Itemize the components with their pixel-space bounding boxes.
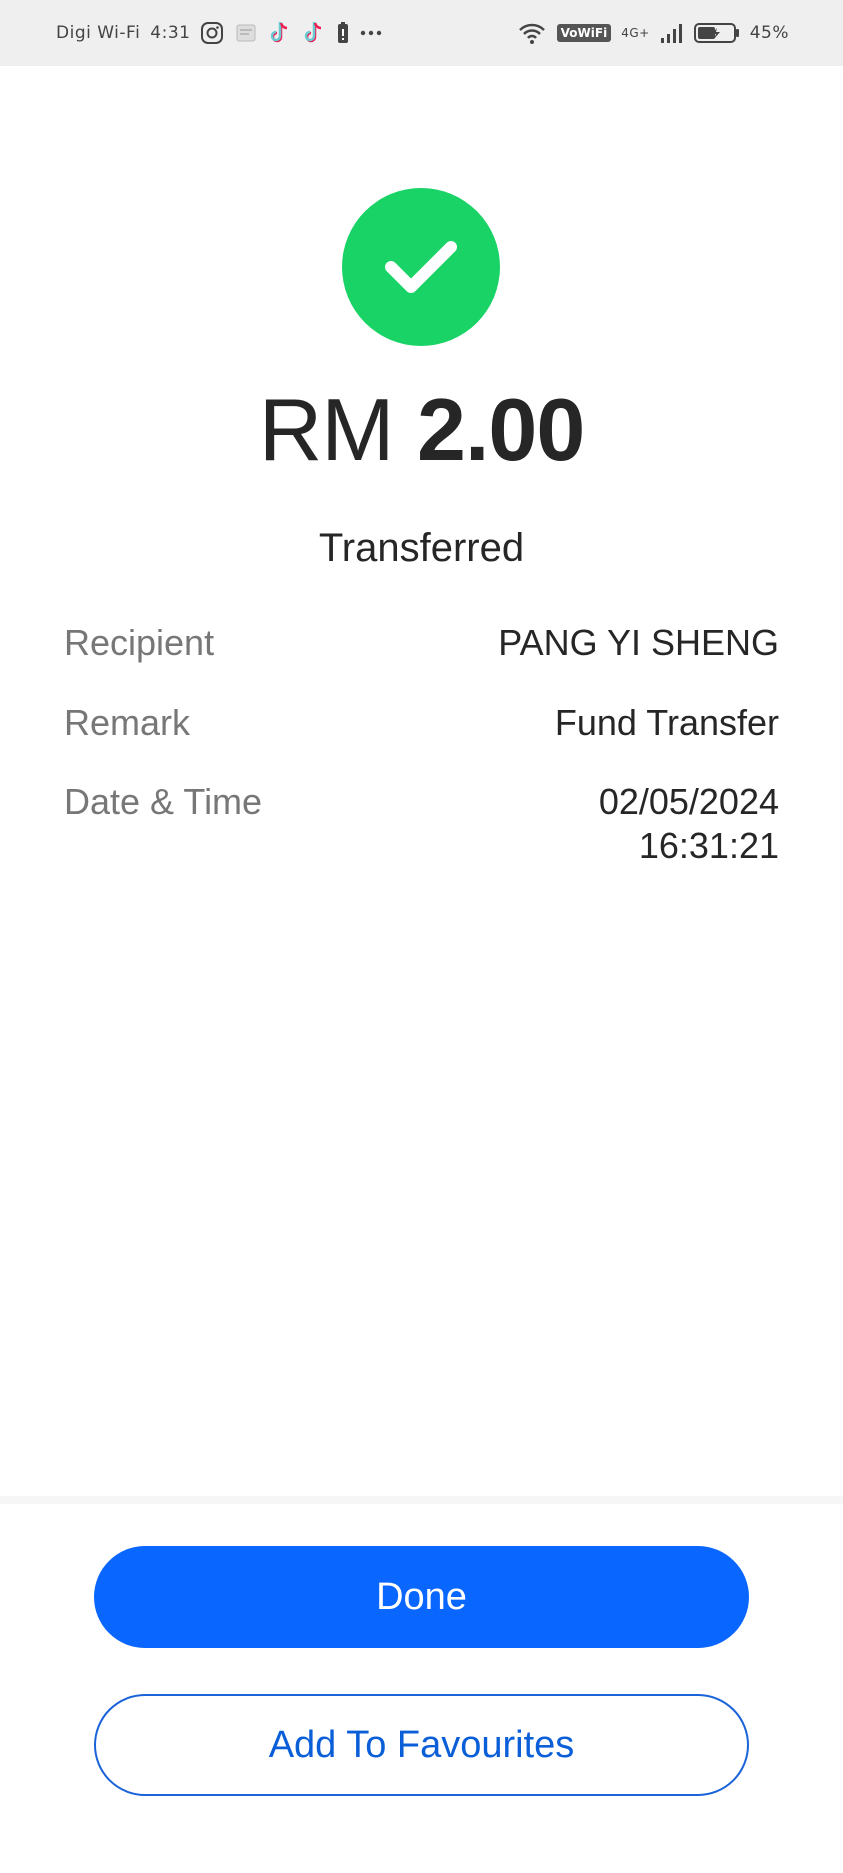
- datetime-label: Date & Time: [64, 781, 263, 822]
- amount-value: 2.00: [417, 380, 585, 479]
- network-type: 4G+: [621, 26, 650, 40]
- wifi-icon: [517, 21, 547, 45]
- recipient-label: Recipient: [64, 622, 215, 663]
- remark-label: Remark: [64, 702, 191, 743]
- transfer-receipt: RM 2.00 Transferred Recipient PANG YI SH…: [0, 66, 843, 1496]
- detail-row-recipient: Recipient PANG YI SHENG: [64, 621, 779, 665]
- detail-row-remark: Remark Fund Transfer: [64, 701, 779, 745]
- done-button[interactable]: Done: [94, 1546, 749, 1648]
- detail-row-datetime: Date & Time 02/05/2024 16:31:21: [64, 780, 779, 868]
- success-check-icon: [342, 188, 500, 346]
- amount-currency: RM: [258, 380, 395, 479]
- status-bar: Digi Wi-Fi 4:31 VoWiFi 4G+ 45%: [0, 0, 843, 66]
- battery-percent: 45%: [749, 23, 789, 43]
- clock: 4:31: [150, 23, 191, 43]
- transfer-amount: RM 2.00: [0, 386, 843, 474]
- status-bar-right: VoWiFi 4G+ 45%: [517, 21, 789, 45]
- vowifi-badge: VoWiFi: [556, 24, 612, 42]
- status-bar-left: Digi Wi-Fi 4:31: [56, 20, 382, 46]
- remark-value: Fund Transfer: [554, 702, 779, 743]
- datetime-value: 02/05/2024 16:31:21: [599, 780, 779, 868]
- add-to-favourites-button[interactable]: Add To Favourites: [94, 1694, 749, 1796]
- instagram-icon: [200, 21, 224, 45]
- more-icon: [360, 29, 382, 37]
- signal-icon: [660, 22, 684, 44]
- battery-saver-icon: [336, 21, 350, 45]
- action-footer: Done Add To Favourites: [0, 1496, 843, 1873]
- carrier-label: Digi Wi-Fi: [56, 23, 141, 43]
- time-value: 16:31:21: [638, 825, 779, 866]
- transfer-status: Transferred: [318, 526, 525, 570]
- tiktok-icon: [268, 20, 292, 46]
- date-value: 02/05/2024: [598, 781, 779, 822]
- tiktok-icon: [302, 20, 326, 46]
- gallery-icon: [234, 21, 258, 45]
- battery-icon: [693, 21, 740, 45]
- recipient-value: PANG YI SHENG: [498, 622, 779, 663]
